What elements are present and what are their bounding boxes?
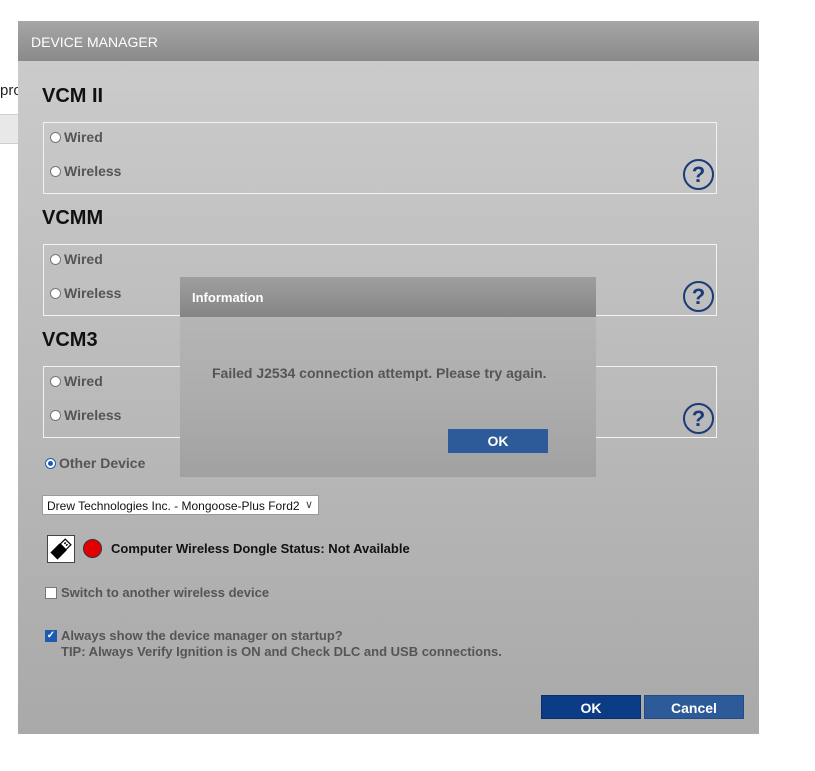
switch-wireless-checkbox[interactable]: Switch to another wireless device — [45, 585, 269, 600]
radio-button-icon[interactable] — [50, 165, 61, 177]
radio-label: Wired — [64, 251, 103, 267]
vcmm-wired-radio[interactable]: Wired — [50, 251, 103, 267]
section-title-vcm2: VCM II — [42, 85, 104, 107]
status-indicator-icon — [83, 539, 102, 558]
information-message: Failed J2534 connection attempt. Please … — [212, 365, 547, 381]
ok-button[interactable]: OK — [541, 695, 641, 719]
radio-button-icon[interactable] — [50, 253, 61, 265]
device-select-value: Drew Technologies Inc. - Mongoose-Plus F… — [47, 499, 300, 513]
vcm2-wireless-radio[interactable]: Wireless — [50, 163, 121, 179]
device-manager-title: DEVICE MANAGER — [31, 34, 158, 50]
radio-label: Wired — [64, 129, 103, 145]
radio-label: Wireless — [64, 285, 122, 301]
radio-button-icon[interactable] — [50, 287, 61, 299]
information-dialog: Information Failed J2534 connection atte… — [180, 277, 596, 477]
dongle-status-text: Computer Wireless Dongle Status: Not Ava… — [111, 541, 410, 556]
information-titlebar: Information — [180, 277, 596, 317]
information-ok-button[interactable]: OK — [448, 429, 548, 453]
chevron-down-icon[interactable]: ∨ — [305, 498, 313, 511]
section-title-vcm3: VCM3 — [42, 329, 98, 351]
radio-label: Wireless — [64, 407, 122, 423]
radio-button-icon[interactable] — [50, 409, 61, 421]
switch-wireless-label: Switch to another wireless device — [61, 585, 270, 600]
always-show-checkbox[interactable]: ✓ Always show the device manager on star… — [45, 628, 343, 643]
help-icon[interactable]: ? — [683, 403, 714, 434]
radio-button-selected-icon[interactable] — [45, 457, 56, 469]
background-input-field — [0, 114, 18, 144]
device-select-dropdown[interactable]: Drew Technologies Inc. - Mongoose-Plus F… — [42, 495, 319, 515]
checkbox-checked-icon[interactable]: ✓ — [45, 629, 57, 642]
radio-button-icon[interactable] — [50, 375, 61, 387]
usb-dongle-icon — [47, 535, 75, 563]
help-icon[interactable]: ? — [683, 159, 714, 190]
vcm3-wired-radio[interactable]: Wired — [50, 373, 103, 389]
section-title-vcmm: VCMM — [42, 207, 104, 229]
device-manager-titlebar: DEVICE MANAGER — [18, 21, 759, 61]
cancel-button[interactable]: Cancel — [644, 695, 744, 719]
vcm3-wireless-radio[interactable]: Wireless — [50, 407, 121, 423]
vcm2-wired-radio[interactable]: Wired — [50, 129, 103, 145]
radio-label: Wired — [64, 373, 103, 389]
checkbox-icon[interactable] — [45, 586, 57, 599]
help-icon[interactable]: ? — [683, 281, 714, 312]
other-device-radio[interactable]: Other Device — [45, 455, 145, 471]
other-device-label: Other Device — [59, 455, 146, 471]
radio-label: Wireless — [64, 163, 122, 179]
vcmm-wireless-radio[interactable]: Wireless — [50, 285, 121, 301]
tip-text: TIP: Always Verify Ignition is ON and Ch… — [61, 644, 502, 659]
always-show-label: Always show the device manager on startu… — [61, 628, 343, 643]
background-partial-text: pro — [0, 82, 18, 99]
information-title: Information — [192, 290, 264, 305]
radio-button-icon[interactable] — [50, 131, 61, 143]
vcm2-options-box: Wired Wireless ? — [43, 122, 717, 194]
